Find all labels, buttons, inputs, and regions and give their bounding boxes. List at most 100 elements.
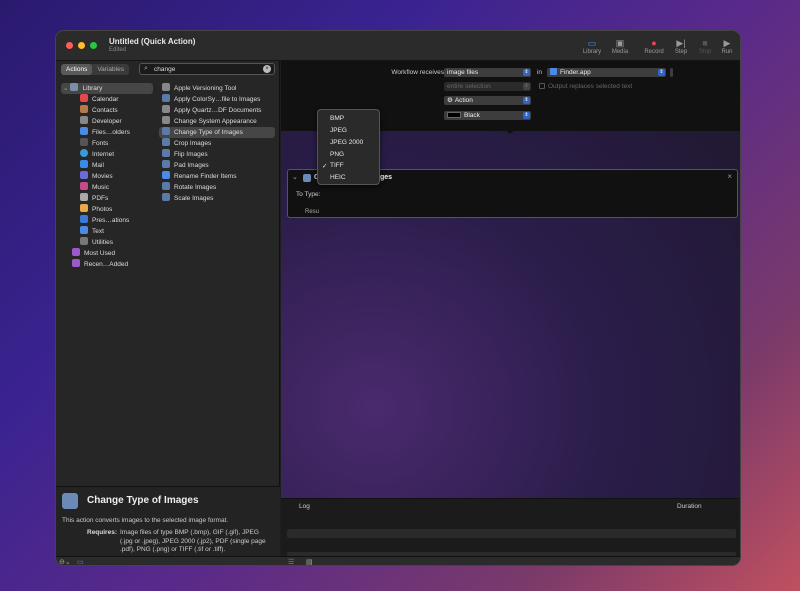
list-item[interactable]: Apple Versioning Tool <box>159 83 275 94</box>
chevron-updown-icon: ⇕ <box>523 112 530 119</box>
duration-header: Duration <box>677 503 702 510</box>
run-button[interactable]: ▶ Run <box>717 37 737 55</box>
gear-icon: ⚙ <box>447 97 453 104</box>
presentations-icon <box>80 215 88 223</box>
colour-select[interactable]: Black ⇕ <box>444 111 531 120</box>
in-label: in <box>536 69 542 76</box>
sidebar-item-text[interactable]: Text <box>80 226 104 237</box>
tab-variables[interactable]: Variables <box>92 64 129 75</box>
sidebar-item-internet[interactable]: Internet <box>80 149 114 160</box>
list-view-icon[interactable]: ☰ <box>288 558 294 565</box>
finder-icon <box>550 68 557 75</box>
list-item[interactable]: Pad Images <box>159 160 275 171</box>
sidebar-item-library[interactable]: ⌄ Library <box>61 83 153 94</box>
sidebar-item-photos[interactable]: Photos <box>80 204 112 215</box>
list-item[interactable]: Crop Images <box>159 138 275 149</box>
window-title: Untitled (Quick Action) <box>109 37 196 46</box>
utilities-icon <box>80 237 88 245</box>
sidebar-item-fonts[interactable]: Fonts <box>80 138 108 149</box>
sidebar-item-movies[interactable]: Movies <box>80 171 113 182</box>
run-icon: ▶ <box>723 38 731 48</box>
image-select[interactable]: ⚙ Action ⇕ <box>444 96 531 105</box>
description-text: This action converts images to the selec… <box>62 517 229 524</box>
list-item[interactable]: Flip Images <box>159 149 275 160</box>
preview-icon <box>162 182 170 190</box>
list-item[interactable]: Rotate Images <box>159 182 275 193</box>
list-item[interactable]: Scale Images <box>159 193 275 204</box>
sidebar-item-pdfs[interactable]: PDFs <box>80 193 108 204</box>
list-item[interactable]: Apply ColorSy…file to Images <box>159 94 275 105</box>
bottom-bar: ⊖⌄ ▭ ☰ ▤ <box>56 556 740 565</box>
stop-button[interactable]: ■ Stop <box>694 37 716 55</box>
clear-search-icon[interactable]: × <box>263 65 271 73</box>
sidebar-item-developer[interactable]: Developer <box>80 116 122 127</box>
chevron-down-icon[interactable]: ⌄ <box>292 173 298 181</box>
requires-text: Image files of type BMP (.bmp), GIF (.gi… <box>120 529 266 553</box>
automator-window: Untitled (Quick Action) Edited ▭ Library … <box>55 30 741 566</box>
application-select[interactable]: Finder.app ⇕ <box>547 68 666 77</box>
menu-item-jpeg[interactable]: JPEG <box>330 127 347 134</box>
sidebar-item-utilities[interactable]: Utilities <box>80 237 113 248</box>
photos-icon <box>80 204 88 212</box>
sidebar-item-mail[interactable]: Mail <box>80 160 104 171</box>
sidebar-item-recently-added[interactable]: Recen…Added <box>72 259 128 270</box>
list-item[interactable]: Change System Appearance <box>159 116 275 127</box>
search-field[interactable]: ⌕ change × <box>139 63 275 75</box>
preview-icon <box>162 138 170 146</box>
list-item[interactable]: Rename Finder Items <box>159 171 275 182</box>
preview-icon <box>303 174 311 182</box>
log-pane: Log Duration <box>281 498 740 557</box>
input-select[interactable]: entire selection ⇕ <box>444 82 531 91</box>
step-button[interactable]: ▶| Step <box>670 37 692 55</box>
colour-swatch <box>447 112 461 118</box>
sidebar-item-calendar[interactable]: Calendar <box>80 94 118 105</box>
actions-variables-toggle: Actions Variables <box>61 64 129 75</box>
library-button[interactable]: ▭ Library <box>579 37 605 55</box>
system-icon <box>162 116 170 124</box>
quartz-icon <box>162 105 170 113</box>
preview-icon <box>162 127 170 135</box>
checkmark-icon: ✓ <box>322 163 328 170</box>
list-item-selected[interactable]: Change Type of Images <box>159 127 275 138</box>
finder-icon <box>162 171 170 179</box>
minimize-window-button[interactable] <box>78 42 85 49</box>
sidebar-item-presentations[interactable]: Pres…ations <box>80 215 129 226</box>
fonts-icon <box>80 138 88 146</box>
media-icon: ▣ <box>615 38 625 48</box>
sidebar-item-files-folders[interactable]: Files…olders <box>80 127 130 138</box>
calendar-icon <box>80 94 88 102</box>
close-window-button[interactable] <box>66 42 73 49</box>
smart-folder-icon <box>72 259 80 267</box>
receives-select[interactable]: image files ⇕ <box>444 68 531 77</box>
media-button[interactable]: ▣ Media <box>608 37 632 55</box>
log-header: Log <box>299 503 310 510</box>
sidebar-item-most-used[interactable]: Most Used <box>72 248 115 259</box>
text-icon <box>80 226 88 234</box>
description-title: Change Type of Images <box>87 495 199 506</box>
results-label[interactable]: Resu <box>305 209 319 215</box>
sidebar-item-music[interactable]: Music <box>80 182 109 193</box>
stop-icon: ■ <box>702 38 708 48</box>
action-menu-icon[interactable]: ⊖⌄ <box>59 558 71 565</box>
list-item[interactable]: Apply Quartz…DF Documents <box>159 105 275 116</box>
output-replaces-checkbox[interactable]: Output replaces selected text <box>539 83 632 90</box>
preview-icon <box>162 160 170 168</box>
window-subtitle: Edited <box>109 47 127 53</box>
close-icon[interactable]: × <box>727 172 732 181</box>
zoom-window-button[interactable] <box>90 42 97 49</box>
record-button[interactable]: ● Record <box>641 37 667 55</box>
menu-item-png[interactable]: PNG <box>330 151 344 158</box>
menu-item-heic[interactable]: HEIC <box>330 174 346 181</box>
menu-item-tiff[interactable]: ✓ TIFF <box>322 162 344 170</box>
split-view-icon[interactable]: ▤ <box>306 558 313 565</box>
tab-actions[interactable]: Actions <box>61 64 93 75</box>
preview-icon <box>162 94 170 102</box>
search-input[interactable]: change <box>154 66 175 73</box>
preview-icon <box>162 149 170 157</box>
menu-item-jpeg-2000[interactable]: JPEG 2000 <box>330 139 363 146</box>
description-toggle-icon[interactable]: ▭ <box>77 558 84 565</box>
record-icon: ● <box>651 38 657 48</box>
search-icon: ⌕ <box>144 65 148 72</box>
sidebar-item-contacts[interactable]: Contacts <box>80 105 118 116</box>
menu-item-bmp[interactable]: BMP <box>330 115 344 122</box>
